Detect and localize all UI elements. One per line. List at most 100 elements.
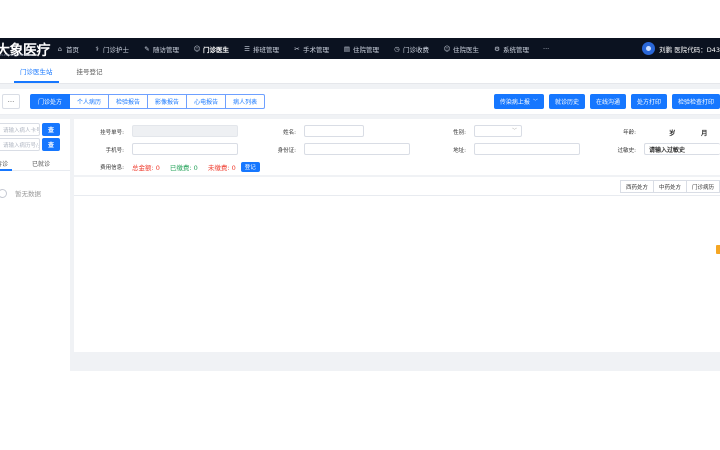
action-button-0[interactable]: 传染病上报 ﹀ — [493, 94, 544, 109]
search-row-2: 请输入病历号/身份证号 查 — [0, 138, 62, 151]
segment-tab-3[interactable]: 影像报告 — [148, 94, 188, 109]
allergy-field[interactable]: 请输入过敏史 — [644, 143, 720, 155]
action-button-1[interactable]: 就诊历史 — [548, 94, 585, 109]
nav-item-2[interactable]: ✎ 随访管理 — [143, 38, 179, 59]
nav-item-label: 排班管理 — [253, 45, 279, 54]
action-button-3[interactable]: 处方打印 — [630, 94, 667, 109]
empty-text: 暂无数据 — [15, 190, 41, 198]
register-button[interactable]: 登记 — [240, 162, 260, 172]
nav-item-label: ··· — [543, 44, 550, 53]
nav-item-4[interactable]: ☰ 排班管理 — [243, 38, 279, 59]
top-nav-bar: 大象医疗 ELEPHANT MEDICAL ⌂ 首页 ⚕ 门诊护士 ✎ 随访管理 ☺ 门诊医生… — [0, 38, 720, 59]
scissors-icon: ✂ — [294, 44, 300, 53]
logo-subtitle: ELEPHANT MEDICAL — [0, 53, 34, 57]
page-tab-strip: 门诊医生站 挂号登记 — [0, 59, 720, 84]
segment-tab-5[interactable]: 病人列表 — [226, 94, 266, 109]
nav-item-9[interactable]: ⚙ 系统管理 — [493, 38, 529, 59]
logo-text: 大象医疗 — [0, 43, 51, 59]
record-type-segment: 门诊处方 个人病历 检验报告 影像报告 心电报告 病人列表 — [30, 94, 266, 109]
nav-item-3[interactable]: ☺ 门诊医生 — [193, 38, 229, 59]
id-card-label: 身份证: — [277, 148, 296, 154]
nav-item-7[interactable]: ◷ 门诊收费 — [393, 38, 429, 59]
action-button-4[interactable]: 检验检查打印 — [671, 94, 720, 109]
nav-item-0[interactable]: ⌂ 首页 — [56, 38, 79, 59]
empty-icon — [0, 188, 7, 198]
patient-info-form: 挂号单号: 姓名: 性别: ﹀ 年龄: 岁 月 手机号: 身份证: 地址: 过敏… — [74, 119, 720, 175]
user-icon: ☺ — [443, 44, 451, 53]
action-button-label: 处方打印 — [636, 99, 661, 106]
user-icon: ☺ — [193, 44, 201, 53]
fee-paid: 已缴费: 0 — [169, 164, 198, 172]
reg-no-field — [132, 125, 238, 137]
edit-icon: ✎ — [144, 44, 150, 53]
gender-label: 性别: — [453, 130, 466, 136]
action-button-label: 传染病上报 — [499, 99, 530, 106]
active-tab-indicator — [0, 169, 12, 171]
search-row-1: 请输入病人卡号/姓名 查 — [0, 123, 62, 136]
patient-list-panel: 请输入病人卡号/姓名 查 请输入病历号/身份证号 查 待诊 已就诊 暂无数据 — [0, 119, 70, 371]
id-card-field[interactable] — [304, 143, 410, 155]
nav-item-5[interactable]: ✂ 手术管理 — [293, 38, 329, 59]
fee-label: 费用信息: — [100, 165, 124, 171]
nav-item-10[interactable]: ··· — [543, 38, 549, 59]
record-search-input[interactable]: 请输入病历号/身份证号 — [0, 138, 40, 151]
segment-tab-4[interactable]: 心电报告 — [187, 94, 227, 109]
age-label: 年龄: — [623, 130, 636, 136]
phone-field[interactable] — [132, 143, 238, 155]
reg-no-label: 挂号单号: — [100, 130, 124, 136]
empty-state: 暂无数据 — [0, 188, 41, 198]
tab-waiting[interactable]: 待诊 — [0, 159, 8, 168]
sub-toolbar: ··· 门诊处方 个人病历 检验报告 影像报告 心电报告 病人列表 传染病上报 ﹀ 就诊历史 在… — [0, 89, 720, 115]
avatar — [642, 42, 656, 55]
tab-chinese-prescription[interactable]: 中药处方 — [652, 180, 686, 193]
nav-item-label: 手术管理 — [303, 45, 329, 54]
tab-outpatient-record[interactable]: 门诊病历 — [685, 180, 720, 193]
segment-tab-2[interactable]: 检验报告 — [109, 94, 149, 109]
side-drawer-handle[interactable] — [716, 245, 720, 254]
action-button-label: 检验检查打印 — [677, 99, 714, 106]
allergy-label: 过敏史: — [617, 148, 636, 154]
app-window: 大象医疗 ELEPHANT MEDICAL ⌂ 首页 ⚕ 门诊护士 ✎ 随访管理 ☺ 门诊医生… — [0, 38, 720, 371]
nav-item-1[interactable]: ⚕ 门诊护士 — [93, 38, 129, 59]
nav-item-label: 系统管理 — [503, 45, 529, 54]
nav-item-label: 住院管理 — [353, 45, 379, 54]
search-button-1[interactable]: 查 — [42, 123, 60, 136]
patient-status-tabs: 待诊 已就诊 — [0, 157, 70, 171]
chevron-down-icon: ﹀ — [532, 99, 538, 105]
nav-item-label: 随访管理 — [153, 45, 179, 54]
clock-icon: ◷ — [394, 44, 400, 53]
action-button-label: 就诊历史 — [554, 99, 579, 106]
search-button-2[interactable]: 查 — [42, 138, 60, 151]
tab-registration[interactable]: 挂号登记 — [65, 58, 115, 83]
tab-visited[interactable]: 已就诊 — [32, 159, 50, 168]
segment-tab-0[interactable]: 门诊处方 — [30, 94, 71, 109]
fee-info-row: 费用信息: 总金额: 0 已缴费: 0 未缴费: 0 登记 — [74, 161, 260, 173]
nav-item-label: 住院医生 — [453, 45, 479, 54]
action-button-2[interactable]: 在线沟通 — [589, 94, 626, 109]
nav-item-label: 门诊医生 — [203, 45, 229, 54]
name-field[interactable] — [304, 125, 364, 137]
document-icon: ▤ — [343, 44, 351, 53]
tab-western-prescription[interactable]: 西药处方 — [619, 180, 653, 193]
home-icon: ⌂ — [57, 44, 63, 53]
record-tabs: 西药处方 中药处方 门诊病历 — [619, 180, 720, 193]
name-label: 姓名: — [283, 130, 296, 136]
fee-unpaid: 未缴费: 0 — [207, 164, 236, 172]
user-info[interactable]: 刘鹏 医院代码：D43 — [642, 38, 720, 59]
stethoscope-icon: ⚕ — [95, 44, 99, 53]
nav-item-6[interactable]: ▤ 住院管理 — [343, 38, 379, 59]
address-field[interactable] — [474, 143, 580, 155]
age-unit-year: 岁 — [669, 129, 676, 137]
user-name: 刘鹏 医院代码：D43 — [659, 45, 720, 54]
nav-item-8[interactable]: ☺ 住院医生 — [443, 38, 479, 59]
tab-outpatient-doctor[interactable]: 门诊医生站 — [8, 58, 65, 83]
more-button[interactable]: ··· — [2, 94, 20, 109]
segment-tab-1[interactable]: 个人病历 — [70, 94, 110, 109]
gender-select[interactable]: ﹀ — [474, 125, 522, 137]
nav-item-label: 门诊护士 — [103, 45, 129, 54]
nav-item-label: 首页 — [66, 45, 79, 54]
patient-search-input[interactable]: 请输入病人卡号/姓名 — [0, 123, 40, 136]
divider — [74, 195, 720, 196]
main-nav: ⌂ 首页 ⚕ 门诊护士 ✎ 随访管理 ☺ 门诊医生 ☰ 排班管理 ✂ 手术管理 ▤ 住院管理 ◷ 门诊收费 ☺ 住… — [56, 38, 563, 59]
app-logo[interactable]: 大象医疗 ELEPHANT MEDICAL — [0, 38, 56, 59]
